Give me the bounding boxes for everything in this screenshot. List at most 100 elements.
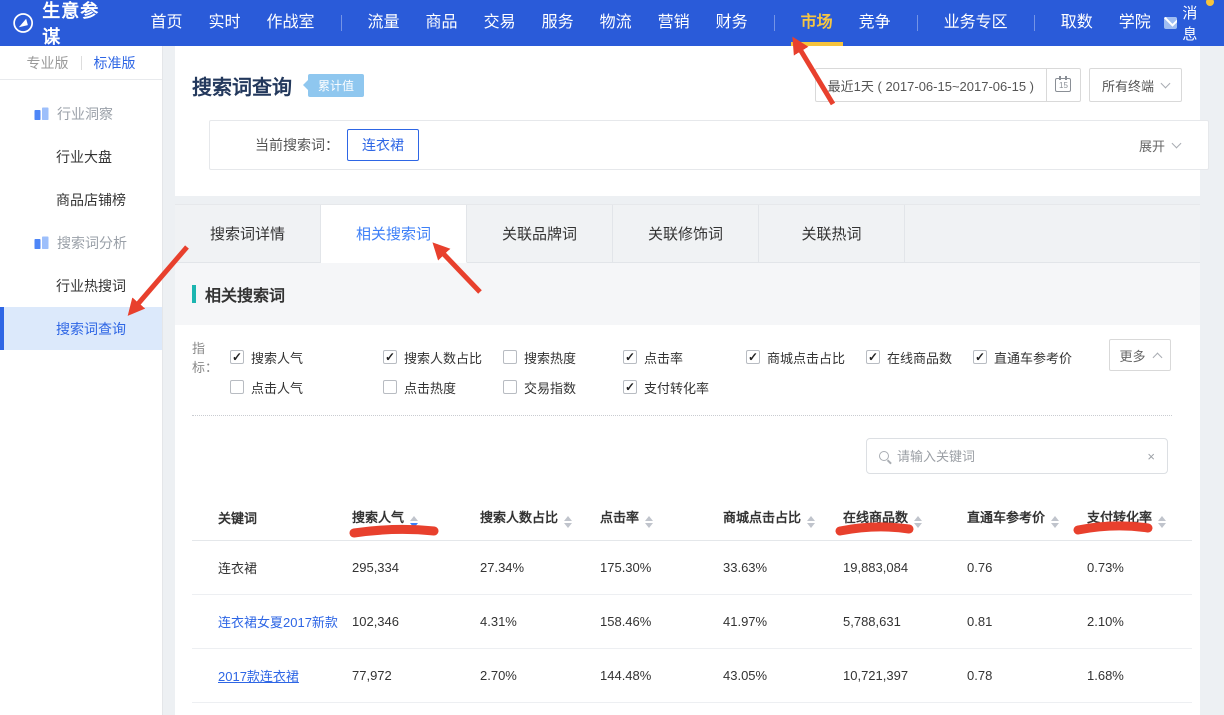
metric-checkbox[interactable]: 搜索人气	[230, 348, 383, 367]
search-input[interactable]	[897, 449, 1147, 464]
column-header-keyword: 关键词	[192, 496, 352, 540]
value-cell: 144.48%	[600, 648, 723, 702]
keyword-link[interactable]: 2017款连衣裙	[218, 669, 299, 684]
nav-item-data-fetch[interactable]: 取数	[1061, 0, 1093, 46]
nav-item-logistics[interactable]: 物流	[600, 0, 632, 46]
checkbox-icon[interactable]	[383, 380, 397, 394]
metric-checkbox[interactable]: 点击热度	[383, 378, 503, 397]
sidebar-item-industry-hot-search[interactable]: 行业热搜词	[0, 264, 162, 307]
metric-checkbox[interactable]: 在线商品数	[866, 348, 973, 367]
nav-item-realtime[interactable]: 实时	[209, 0, 241, 46]
table-row: 连衣裙女夏2017新款 102,346 4.31% 158.46% 41.97%…	[192, 594, 1192, 648]
terminal-select[interactable]: 所有终端	[1089, 68, 1182, 102]
checkbox-icon[interactable]	[230, 350, 244, 364]
nav-item-market[interactable]: 市场	[801, 0, 833, 46]
sidebar-section-label: 搜索词分析	[57, 233, 127, 253]
building-icon	[34, 236, 49, 249]
keyword-tag[interactable]: 连衣裙	[347, 129, 419, 161]
tab-related-modifier-words[interactable]: 关联修饰词	[613, 205, 759, 263]
sort-icon[interactable]	[1158, 516, 1166, 528]
tab-search-word-detail[interactable]: 搜索词详情	[175, 205, 321, 263]
version-tabs: 专业版 标准版	[0, 46, 162, 80]
top-nav: 生意参谋 首页 实时 作战室 流量 商品 交易 服务 物流 营销 财务 市场 竞…	[0, 0, 1224, 46]
sort-icon[interactable]	[410, 516, 418, 528]
nav-item-academy[interactable]: 学院	[1119, 0, 1151, 46]
checkbox-icon[interactable]	[230, 380, 244, 394]
checkbox-icon[interactable]	[383, 350, 397, 364]
checkbox-icon[interactable]	[866, 350, 880, 364]
date-range-button[interactable]: 最近1天 ( 2017-06-15~2017-06-15 )	[815, 68, 1047, 102]
date-range-label: 最近1天 ( 2017-06-15~2017-06-15 )	[828, 76, 1034, 95]
checkbox-icon[interactable]	[973, 350, 987, 364]
sidebar-section-label: 行业洞察	[57, 104, 113, 124]
checkbox-icon[interactable]	[623, 350, 637, 364]
nav-separator	[1034, 15, 1035, 31]
tab-related-hot-words[interactable]: 关联热词	[759, 205, 905, 263]
value-cell: 102,346	[352, 594, 480, 648]
current-keyword-card: 当前搜索词： 连衣裙 展开	[209, 120, 1209, 170]
current-keyword-label: 当前搜索词：	[255, 135, 339, 155]
column-header-payment-conversion[interactable]: 支付转化率	[1087, 496, 1192, 540]
metric-checkbox[interactable]: 支付转化率	[623, 378, 746, 397]
expand-button[interactable]: 展开	[1139, 136, 1180, 155]
nav-item-home[interactable]: 首页	[150, 0, 182, 46]
column-header-online-products[interactable]: 在线商品数	[843, 496, 967, 540]
sidebar-section-industry-insight: 行业洞察	[0, 92, 162, 135]
checkbox-icon[interactable]	[503, 350, 517, 364]
nav-item-marketing[interactable]: 营销	[658, 0, 690, 46]
more-button[interactable]: 更多	[1109, 339, 1171, 371]
metric-label: 搜索热度	[524, 348, 576, 367]
nav-item-finance[interactable]: 财务	[716, 0, 748, 46]
metrics-panel: 指标： 搜索人气 搜索人数占比 搜索热度 点击	[175, 325, 1200, 397]
nav-item-warroom[interactable]: 作战室	[267, 0, 315, 46]
metric-label: 商城点击占比	[767, 348, 845, 367]
messages-button[interactable]: 消息	[1164, 2, 1208, 44]
metric-checkbox[interactable]: 直通车参考价	[973, 348, 1072, 367]
cumulative-value-badge: 累计值	[308, 74, 364, 97]
sort-icon[interactable]	[645, 516, 653, 528]
tab-pro-version[interactable]: 专业版	[27, 53, 69, 73]
sidebar: 专业版 标准版 行业洞察 行业大盘 商品店铺榜 搜索词分析 行业热搜词	[0, 46, 163, 715]
brand[interactable]: 生意参谋	[12, 0, 107, 49]
column-header-search-popularity[interactable]: 搜索人气	[352, 496, 480, 540]
tab-related-brand-words[interactable]: 关联品牌词	[467, 205, 613, 263]
sort-icon[interactable]	[564, 516, 572, 528]
sidebar-item-product-shop-ranking[interactable]: 商品店铺榜	[0, 178, 162, 221]
nav-item-trade[interactable]: 交易	[484, 0, 516, 46]
metric-checkbox[interactable]: 点击率	[623, 348, 746, 367]
sidebar-item-industry-overview[interactable]: 行业大盘	[0, 135, 162, 178]
clear-search-icon[interactable]: ×	[1147, 449, 1155, 464]
sort-icon[interactable]	[1051, 516, 1059, 528]
calendar-button[interactable]: 15	[1047, 68, 1081, 102]
column-header-searcher-ratio[interactable]: 搜索人数占比	[480, 496, 600, 540]
column-header-ztc-reference-price[interactable]: 直通车参考价	[967, 496, 1087, 540]
metric-checkbox[interactable]: 搜索热度	[503, 348, 623, 367]
nav-item-business-zone[interactable]: 业务专区	[944, 0, 1008, 46]
keyword-link[interactable]: 连衣裙女夏2017新款	[218, 615, 338, 630]
sidebar-item-search-word-query[interactable]: 搜索词查询	[0, 307, 162, 350]
table-header-row: 关键词 搜索人气 搜索人数占比 点击率 商城点击占比 在线商品数 直通车参考价 …	[192, 496, 1192, 540]
tab-bar-filler	[905, 205, 1200, 263]
nav-menu: 首页 实时 作战室 流量 商品 交易 服务 物流 营销 财务 市场 竞争 业务专…	[137, 0, 1163, 46]
metric-checkbox[interactable]: 点击人气	[230, 378, 383, 397]
checkbox-icon[interactable]	[746, 350, 760, 364]
metric-checkbox[interactable]: 商城点击占比	[746, 348, 866, 367]
metric-checkbox[interactable]: 搜索人数占比	[383, 348, 503, 367]
sort-icon[interactable]	[807, 516, 815, 528]
nav-item-goods[interactable]: 商品	[426, 0, 458, 46]
section-title: 相关搜索词	[205, 282, 285, 306]
metric-checkbox[interactable]: 交易指数	[503, 378, 623, 397]
nav-separator	[341, 15, 342, 31]
value-cell: 43.05%	[723, 648, 843, 702]
checkbox-icon[interactable]	[503, 380, 517, 394]
column-header-click-rate[interactable]: 点击率	[600, 496, 723, 540]
sort-icon[interactable]	[914, 516, 922, 528]
checkbox-icon[interactable]	[623, 380, 637, 394]
nav-item-competition[interactable]: 竞争	[859, 0, 891, 46]
nav-item-traffic[interactable]: 流量	[368, 0, 400, 46]
column-header-mall-click-ratio[interactable]: 商城点击占比	[723, 496, 843, 540]
nav-item-service[interactable]: 服务	[542, 0, 574, 46]
tab-related-search-words[interactable]: 相关搜索词	[321, 205, 467, 263]
tab-standard-version[interactable]: 标准版	[94, 53, 136, 73]
metric-label: 搜索人数占比	[404, 348, 482, 367]
